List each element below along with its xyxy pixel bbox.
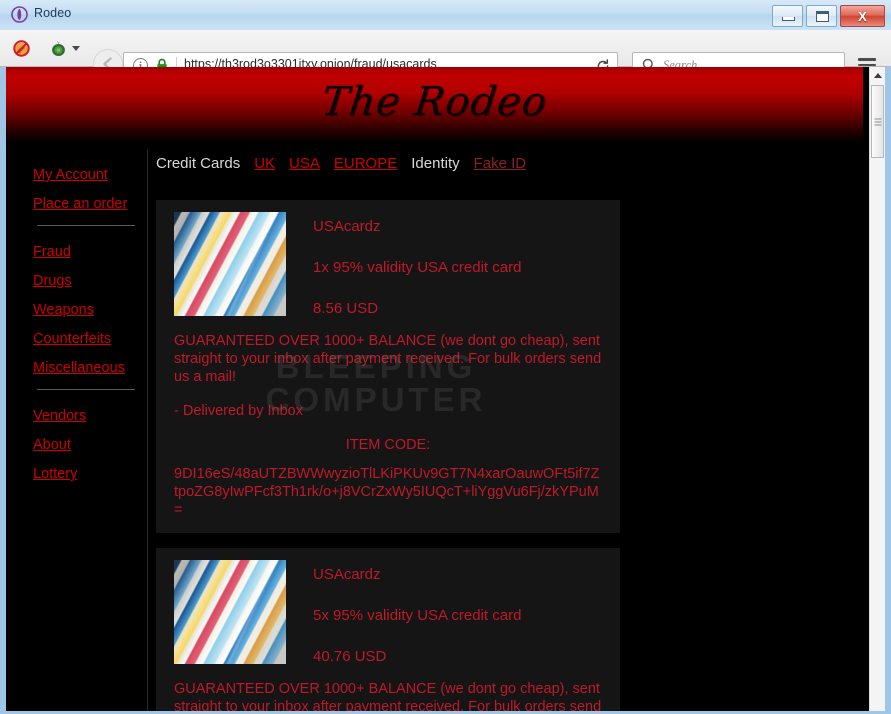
listing-header: USAcardz 1x 95% validity USA credit card… bbox=[156, 212, 620, 317]
listing-item-code[interactable]: 9DI16eS/48aUTZBWWwyzioTlLKiPKUv9GT7N4xar… bbox=[174, 465, 602, 519]
noscript-icon[interactable] bbox=[13, 40, 30, 57]
nav-item-uk[interactable]: UK bbox=[254, 155, 275, 172]
sidebar-item-drugs[interactable]: Drugs bbox=[33, 273, 145, 289]
sidebar-item-my-account[interactable]: My Account bbox=[33, 167, 145, 183]
scrollbar-grip bbox=[874, 116, 881, 127]
listing-item[interactable]: USAcardz 5x 95% validity USA credit card… bbox=[156, 548, 620, 711]
sidebar-divider-2 bbox=[37, 389, 135, 390]
sidebar-item-miscellaneous[interactable]: Miscellaneous bbox=[33, 360, 145, 376]
tor-onion-icon bbox=[11, 6, 28, 23]
credit-cards-image bbox=[174, 212, 286, 316]
listing-header: USAcardz 5x 95% validity USA credit card… bbox=[156, 560, 620, 665]
scroll-up-arrow-icon[interactable] bbox=[870, 67, 885, 84]
listing-item[interactable]: USAcardz 1x 95% validity USA credit card… bbox=[156, 200, 620, 534]
sidebar-item-vendors[interactable]: Vendors bbox=[33, 408, 145, 424]
chevron-down-icon[interactable] bbox=[72, 46, 80, 51]
browser-window: Rodeo X i https://th3rod3o3301jtxy.onion… bbox=[0, 0, 891, 714]
nav-item-fake-id[interactable]: Fake ID bbox=[474, 155, 527, 172]
listing-delivery: - Delivered by Inbox bbox=[174, 402, 303, 419]
listing-description: GUARANTEED OVER 1000+ BALANCE (we dont g… bbox=[174, 681, 602, 711]
menu-line bbox=[858, 63, 876, 67]
browser-toolbar: i https://th3rod3o3301jtxy.onion/fraud/u… bbox=[0, 30, 891, 79]
listing-vendor[interactable]: USAcardz bbox=[313, 218, 521, 235]
sidebar-item-weapons[interactable]: Weapons bbox=[33, 302, 145, 318]
minimize-icon bbox=[782, 17, 795, 21]
title-bar: Rodeo X bbox=[0, 0, 891, 31]
tor-onion-button[interactable] bbox=[49, 40, 68, 57]
nav-item-usa[interactable]: USA bbox=[289, 155, 320, 172]
credit-cards-image bbox=[174, 560, 286, 665]
listing-meta: USAcardz 5x 95% validity USA credit card… bbox=[313, 560, 521, 665]
site-banner: The Rodeo bbox=[6, 67, 863, 143]
category-nav: Credit Cards UK USA EUROPE Identity Fake… bbox=[156, 155, 526, 172]
listing-vendor[interactable]: USAcardz bbox=[313, 566, 521, 583]
listing-price: 40.76 USD bbox=[313, 648, 387, 666]
page-viewport: The Rodeo Credit Cards UK USA EUROPE Ide… bbox=[6, 67, 885, 711]
nav-item-europe[interactable]: EUROPE bbox=[334, 155, 397, 172]
nav-item-credit-cards: Credit Cards bbox=[156, 155, 241, 172]
site-logo-text: The Rodeo bbox=[318, 79, 551, 125]
page-scrollbar[interactable] bbox=[869, 67, 885, 711]
sidebar-item-lottery[interactable]: Lottery bbox=[33, 466, 145, 482]
sidebar: My Account Place an order Fraud Drugs We… bbox=[33, 167, 145, 495]
listing-item-code-label: ITEM CODE: bbox=[345, 436, 431, 453]
maximize-button[interactable] bbox=[806, 5, 837, 27]
window-controls: X bbox=[772, 5, 885, 27]
minimize-button[interactable] bbox=[772, 5, 803, 27]
sidebar-item-about[interactable]: About bbox=[33, 437, 145, 453]
sidebar-divider bbox=[147, 149, 148, 711]
sidebar-item-fraud[interactable]: Fraud bbox=[33, 244, 145, 260]
listing-price: 8.56 USD bbox=[313, 300, 379, 317]
listing-description: GUARANTEED OVER 1000+ BALANCE (we dont g… bbox=[174, 333, 602, 385]
sidebar-item-place-an-order[interactable]: Place an order bbox=[33, 196, 145, 212]
listing-title[interactable]: 1x 95% validity USA credit card bbox=[313, 259, 521, 276]
sidebar-divider-1 bbox=[37, 225, 135, 226]
listing-list: USAcardz 1x 95% validity USA credit card… bbox=[156, 200, 846, 711]
close-button[interactable]: X bbox=[840, 5, 885, 27]
listing-title[interactable]: 5x 95% validity USA credit card bbox=[313, 607, 521, 624]
maximize-icon bbox=[816, 11, 829, 22]
menu-line bbox=[858, 58, 876, 61]
window-title: Rodeo bbox=[34, 6, 72, 20]
listing-meta: USAcardz 1x 95% validity USA credit card… bbox=[313, 212, 521, 317]
scrollbar-thumb[interactable] bbox=[871, 85, 884, 158]
nav-item-identity: Identity bbox=[411, 155, 460, 172]
sidebar-item-counterfeits[interactable]: Counterfeits bbox=[33, 331, 145, 347]
close-icon: X bbox=[858, 8, 867, 24]
